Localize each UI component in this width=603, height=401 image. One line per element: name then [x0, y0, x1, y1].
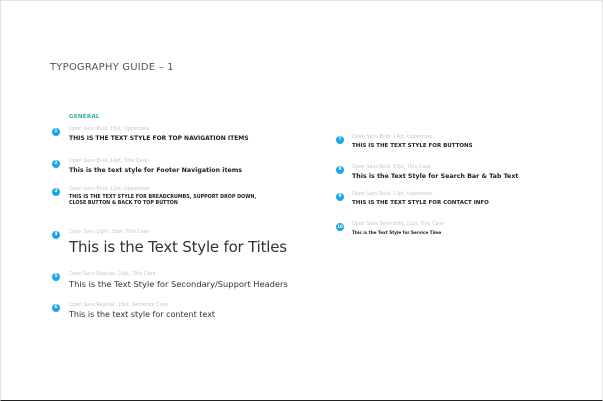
style-spec-4: Open Sans Light, 36pt, Title Case	[69, 230, 150, 235]
style-sample-3-line-2: CLOSE BUTTON & BACK TO TOP BUTTON	[69, 201, 178, 207]
style-spec-8: Open Sans Bold, 15pt, Title Case	[352, 165, 431, 170]
style-sample-10: This is the Text Style for Service Time	[352, 230, 442, 235]
style-spec-1: Open Sans Bold, 15pt, Uppercase	[69, 127, 150, 132]
style-sample-8: This is the Text Style for Search Bar & …	[352, 173, 519, 180]
style-sample-6: This is the text style for content text	[69, 310, 216, 319]
number-badge-1: 1	[52, 128, 60, 136]
number-badge-5: 5	[52, 273, 60, 281]
style-sample-4: This is the Text Style for Titles	[69, 238, 287, 256]
number-badge-3: 3	[52, 188, 60, 196]
style-sample-5: This is the Text Style for Secondary/Sup…	[69, 279, 288, 289]
style-spec-10: Open Sans Semi bold, 11pt, Title Case	[352, 222, 444, 227]
number-badge-8: 8	[336, 166, 344, 174]
number-badge-9: 9	[336, 193, 344, 201]
number-badge-10: 10	[336, 223, 344, 231]
style-spec-5: Open Sans Regular, 20pt, Title Case	[69, 272, 156, 277]
style-spec-3: Open Sans Bold, 12pt, Uppercase	[69, 187, 150, 192]
number-badge-7: 7	[336, 136, 344, 144]
style-sample-1: THIS IS THE TEXT STYLE FOR TOP NAVIGATIO…	[69, 135, 249, 142]
number-badge-2: 2	[52, 160, 60, 168]
style-spec-9: Open Sans Bold, 13pt, Uppercase	[352, 192, 433, 197]
style-spec-6: Open Sans Regular, 18pt, Sentence Case	[69, 303, 168, 308]
page-title: TYPOGRAPHY GUIDE – 1	[50, 62, 174, 73]
style-sample-7: THIS IS THE TEXT STYLE FOR BUTTONS	[352, 143, 473, 149]
style-sample-9: THIS IS THE TEXT STYLE FOR CONTACT INFO	[352, 200, 489, 206]
style-spec-7: Open Sans Bold, 14pt, Uppercase	[352, 135, 433, 140]
style-spec-2: Open Sans Bold, 14pt, Title Case	[69, 159, 148, 164]
number-badge-4: 4	[52, 231, 60, 239]
number-badge-6: 6	[52, 304, 60, 312]
style-sample-2: This is the text style for Footer Naviga…	[69, 167, 243, 174]
section-label-general: GENERAL	[69, 114, 100, 120]
